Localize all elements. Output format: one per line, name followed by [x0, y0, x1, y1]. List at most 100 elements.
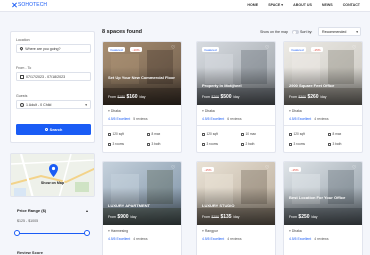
- show-map-toggle[interactable]: [292, 30, 299, 34]
- location-text: Dhaka: [291, 229, 302, 233]
- listing-rating: 4.5/5 Excellent 6 reviews: [202, 117, 242, 121]
- date-range-input[interactable]: 07/17/2023 - 07/18/2023: [16, 72, 91, 81]
- price-range-title: Price Range ($): [17, 208, 47, 213]
- listing-title[interactable]: Property In Motijheel: [202, 83, 272, 88]
- area-text: 120 sqft: [112, 132, 124, 136]
- feature-rooms: 3 rooms: [108, 142, 124, 146]
- review-score-title: Review Score: [17, 250, 44, 255]
- location-input[interactable]: Where are you going?: [16, 44, 91, 53]
- listing-card[interactable]: -15% ♡ LUXURY STUDIO From $250 $135 /day ⌖…: [196, 161, 276, 255]
- review-count: 4 reviews: [314, 237, 329, 241]
- location-placeholder: Where are you going?: [25, 46, 61, 51]
- location-label: Location: [16, 38, 30, 42]
- area-icon: [289, 132, 292, 136]
- listing-location: ⌖ Dhaka: [202, 109, 215, 113]
- search-button[interactable]: Search: [16, 124, 91, 135]
- map-marker-icon: [49, 164, 58, 177]
- heart-icon[interactable]: ♡: [265, 46, 270, 51]
- date-range-value: 07/17/2023 - 07/18/2023: [26, 74, 66, 79]
- listing-title[interactable]: LUXURY STUDIO: [202, 203, 272, 208]
- listing-location: ⌖ Rangpur: [202, 229, 218, 233]
- bath-text: 3 bath: [151, 142, 161, 146]
- bath-icon: [147, 142, 150, 146]
- heart-icon[interactable]: ♡: [265, 166, 270, 171]
- discount-badge: -15%: [289, 167, 302, 172]
- price-unit: /day: [130, 215, 137, 219]
- feature-rooms: 3 rooms: [289, 142, 305, 146]
- review-count: 5 reviews: [133, 117, 148, 121]
- feature-guests: 8 max: [147, 132, 160, 136]
- listing-card[interactable]: ♡ LUXURY APARTMENT From $900 /day ⌖ Hamne…: [102, 161, 182, 255]
- sort-select[interactable]: Recommended ▾: [318, 27, 361, 36]
- listing-location: ⌖ Dhaka: [289, 109, 302, 113]
- nav-news[interactable]: NEWS: [322, 3, 333, 7]
- date-label: From - To: [16, 66, 32, 70]
- discount-badge: -10%: [130, 47, 143, 52]
- area-icon: [202, 132, 205, 136]
- heart-icon[interactable]: ♡: [171, 166, 176, 171]
- old-price: $180: [117, 95, 125, 99]
- nav-contact[interactable]: CONTACT: [343, 3, 360, 7]
- price-slider-max-handle[interactable]: [84, 230, 90, 236]
- brand-logo[interactable]: SOHOTECH: [11, 2, 47, 8]
- price-prefix: From: [108, 95, 116, 99]
- nav-home[interactable]: HOME: [247, 3, 258, 7]
- listing-rating: 4.5/5 Excellent 4 reviews: [289, 117, 329, 121]
- heart-icon[interactable]: ♡: [352, 166, 357, 171]
- guests-input[interactable]: 1 Adult - 0 Child ▾: [16, 100, 91, 109]
- price-prefix: From: [289, 215, 297, 219]
- listing-price: From $180 $160 /day: [108, 94, 146, 100]
- price-unit: /day: [233, 215, 240, 219]
- rooms-text: 3 rooms: [206, 142, 219, 146]
- price-prefix: From: [289, 95, 297, 99]
- rooms-text: 3 rooms: [293, 142, 306, 146]
- rating-text: 4.5/5 Excellent: [108, 237, 131, 241]
- guests-text: 10 max: [245, 132, 256, 136]
- chevron-up-icon[interactable]: ▴: [86, 208, 88, 213]
- featured-badge: Featured: [108, 47, 126, 52]
- card-divider: [103, 125, 181, 126]
- listing-card[interactable]: Featured -15% ♡ 2900 Square Feet Office Fro…: [283, 41, 363, 153]
- main-nav: HOME SPACE ▾ ABOUT US NEWS CONTACT: [247, 3, 360, 7]
- old-price: $250: [211, 215, 219, 219]
- card-divider: [284, 125, 362, 126]
- current-price: $500: [220, 94, 232, 100]
- calendar-icon: [20, 74, 24, 79]
- listing-price: From $250 /day: [289, 214, 317, 220]
- listing-price: From $700 $500 /day: [202, 94, 240, 100]
- listing-title[interactable]: Best Location For Your Office: [289, 195, 359, 200]
- old-price: $300: [298, 95, 306, 99]
- price-range-value: $125 - $1005: [17, 219, 39, 223]
- featured-badge: Featured: [289, 47, 307, 52]
- listing-rating: 4.5/5 Excellent 4 reviews: [108, 237, 148, 241]
- guests-icon: [147, 132, 150, 136]
- listing-title[interactable]: LUXURY APARTMENT: [108, 203, 178, 208]
- feature-bath: 2 bath: [241, 142, 254, 146]
- top-navbar: SOHOTECH HOME SPACE ▾ ABOUT US NEWS CONT…: [0, 0, 370, 12]
- listing-title[interactable]: 2900 Square Feet Office: [289, 83, 359, 88]
- current-price: $160: [126, 94, 138, 100]
- price-unit: /day: [139, 95, 146, 99]
- show-on-map-card[interactable]: Show on Map: [10, 153, 95, 197]
- current-price: $260: [307, 94, 319, 100]
- feature-area: 120 sqft: [202, 132, 218, 136]
- listing-card[interactable]: Featured ♡ Property In Motijheel From $700…: [196, 41, 276, 153]
- nav-space[interactable]: SPACE ▾: [268, 3, 283, 7]
- price-slider-min-handle[interactable]: [14, 230, 20, 236]
- feature-area: 120 sqft: [289, 132, 305, 136]
- nav-about[interactable]: ABOUT US: [293, 3, 312, 7]
- listing-card[interactable]: -15% ♡ Best Location For Your Office From …: [283, 161, 363, 255]
- price-unit: /day: [320, 95, 327, 99]
- listing-card[interactable]: Featured -10% ♡ Set Up Your New Commercial …: [102, 41, 182, 153]
- rating-text: 4.5/5 Excellent: [289, 117, 312, 121]
- heart-icon[interactable]: ♡: [352, 46, 357, 51]
- price-slider-track[interactable]: [17, 233, 87, 234]
- listing-location: ⌖ Dhaka: [108, 109, 121, 113]
- price-unit: /day: [233, 95, 240, 99]
- feature-guests: 10 max: [241, 132, 256, 136]
- heart-icon[interactable]: ♡: [171, 46, 176, 51]
- area-text: 120 sqft: [293, 132, 305, 136]
- nav-space-label: SPACE: [268, 3, 281, 7]
- listing-price: From $900 /day: [108, 214, 136, 220]
- listing-title[interactable]: Set Up Your New Commercial Floor: [108, 75, 178, 80]
